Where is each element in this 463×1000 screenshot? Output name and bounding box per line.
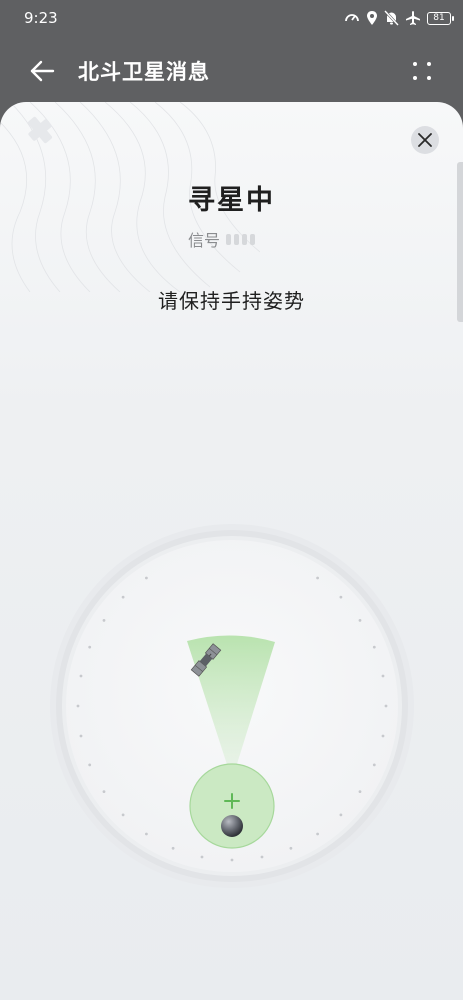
- back-button[interactable]: [24, 54, 58, 88]
- compass-tick: [372, 645, 376, 649]
- compass-tick: [358, 619, 362, 622]
- compass-tick: [381, 674, 385, 678]
- signal-bar: [242, 233, 248, 245]
- compass-tick: [102, 619, 106, 622]
- signal-bar: [234, 233, 240, 245]
- more-button[interactable]: [411, 60, 435, 84]
- compass-tick: [316, 832, 319, 836]
- compass-tick: [289, 846, 293, 850]
- compass-tick: [121, 813, 125, 817]
- status-time: 9:23: [24, 9, 58, 27]
- compass-tick: [372, 763, 376, 767]
- level-ball: [221, 815, 243, 837]
- search-status: 寻星中: [188, 185, 275, 216]
- compass-tick: [88, 645, 92, 649]
- signal-label: 信号: [188, 231, 221, 250]
- close-icon: [418, 133, 432, 147]
- compass-tick: [171, 846, 175, 850]
- speed-meter-icon: [345, 14, 359, 22]
- battery-icon: 81: [427, 11, 454, 25]
- satellite-compass: [46, 520, 418, 892]
- close-button[interactable]: [411, 126, 439, 154]
- compass-tick: [381, 734, 385, 738]
- page-title: 北斗卫星消息: [78, 60, 210, 84]
- signal-bar: [250, 233, 256, 245]
- compass-tick: [339, 813, 343, 817]
- signal-indicator: 信号: [188, 228, 256, 250]
- signal-bar: [226, 233, 232, 245]
- silent-bell-icon: [384, 10, 399, 26]
- status-bar: 9:23 81: [0, 0, 463, 38]
- location-pin-icon: [367, 11, 377, 25]
- hold-instruction: 请保持手持姿势: [158, 289, 305, 313]
- compass-tick: [121, 595, 125, 599]
- compass-tick: [384, 704, 388, 708]
- compass-tick: [102, 790, 106, 793]
- arrow-left-icon: [30, 60, 55, 82]
- compass-tick: [358, 790, 362, 793]
- compass-tick: [79, 734, 83, 738]
- app-header: 北斗卫星消息: [0, 38, 463, 102]
- compass-tick: [339, 595, 343, 599]
- compass-tick: [145, 832, 148, 836]
- status-icons: 81: [344, 9, 454, 27]
- compass-tick: [145, 576, 148, 580]
- compass-tick: [76, 704, 80, 708]
- more-dots-icon: [413, 62, 417, 66]
- compass-tick: [79, 674, 83, 678]
- signal-bars: [226, 233, 256, 245]
- compass-tick: [200, 855, 204, 859]
- compass-tick: [260, 855, 264, 859]
- compass-tick: [88, 763, 92, 767]
- satellite-search-card: 寻星中 信号 请保持手持姿势: [0, 102, 463, 1000]
- compass-tick: [316, 576, 319, 580]
- airplane-icon: [406, 11, 420, 25]
- compass-tick: [230, 858, 234, 862]
